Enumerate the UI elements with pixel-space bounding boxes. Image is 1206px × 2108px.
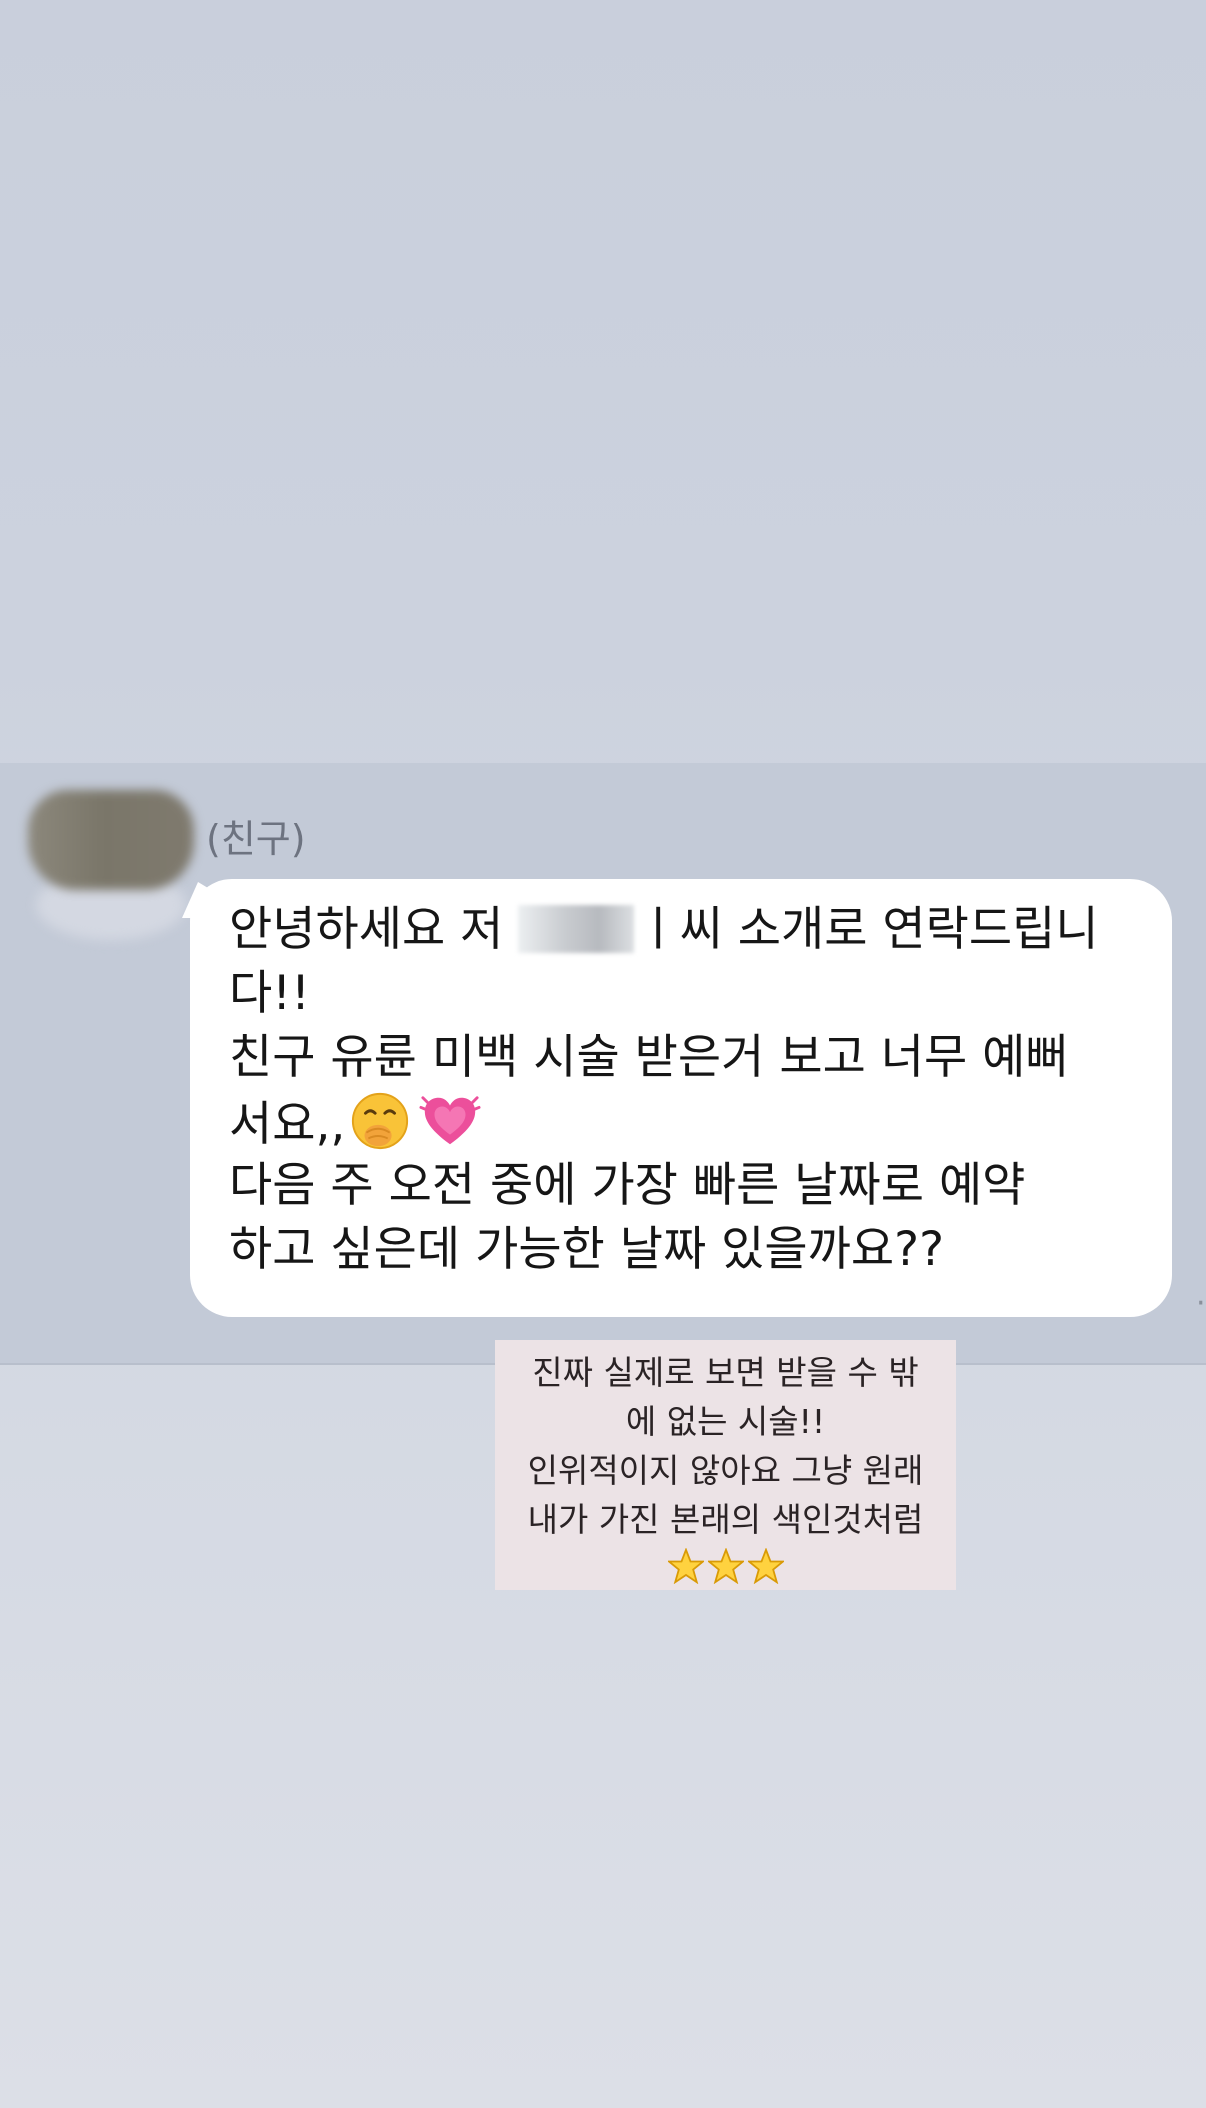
message-line-4: 서요,, <box>229 1090 1149 1154</box>
caption-line-3: 인위적이지 않아요 그냥 원래 <box>527 1451 924 1490</box>
message-line-6: 하고 싶은데 가능한 날짜 있을까요?? <box>229 1222 945 1277</box>
star-icon <box>667 1548 704 1584</box>
caption-line-4: 내가 가진 본래의 색인것처럼 <box>527 1500 924 1539</box>
beating-heart-icon <box>419 1096 481 1145</box>
star-rating <box>667 1548 784 1584</box>
message-line-1-end: ㅣ씨 소개로 연락드립니 <box>636 902 1099 957</box>
star-icon <box>707 1548 744 1584</box>
avatar[interactable] <box>28 790 194 890</box>
message-text: 안녕하세요 저 ㅣ씨 소개로 연락드립니 다!! 친구 유륜 미백 시술 받은거… <box>229 898 1149 1282</box>
star-icon <box>747 1548 784 1584</box>
message-line-4-text: 서요,, <box>229 1097 346 1152</box>
message-line-1: 안녕하세요 저 ㅣ씨 소개로 연락드립니 <box>229 898 1149 962</box>
message-time-edge: · <box>1196 1286 1206 1310</box>
caption-line-2: 에 없는 시술!! <box>625 1402 826 1441</box>
message-line-5: 다음 주 오전 중에 가장 빠른 날짜로 예약 <box>229 1158 1026 1213</box>
redacted-name <box>518 905 635 953</box>
face-with-hand-over-mouth-icon <box>352 1092 409 1150</box>
sender-name: (친구) <box>206 817 306 861</box>
caption-line-1: 진짜 실제로 보면 받을 수 밖 <box>532 1353 919 1392</box>
message-line-2: 다!! <box>229 966 310 1021</box>
message-line-3: 친구 유륜 미백 시술 받은거 보고 너무 예뻐 <box>229 1030 1069 1085</box>
caption-box: 진짜 실제로 보면 받을 수 밖 에 없는 시술!! 인위적이지 않아요 그냥 … <box>495 1340 956 1590</box>
message-line-1-start: 안녕하세요 저 <box>229 902 519 957</box>
